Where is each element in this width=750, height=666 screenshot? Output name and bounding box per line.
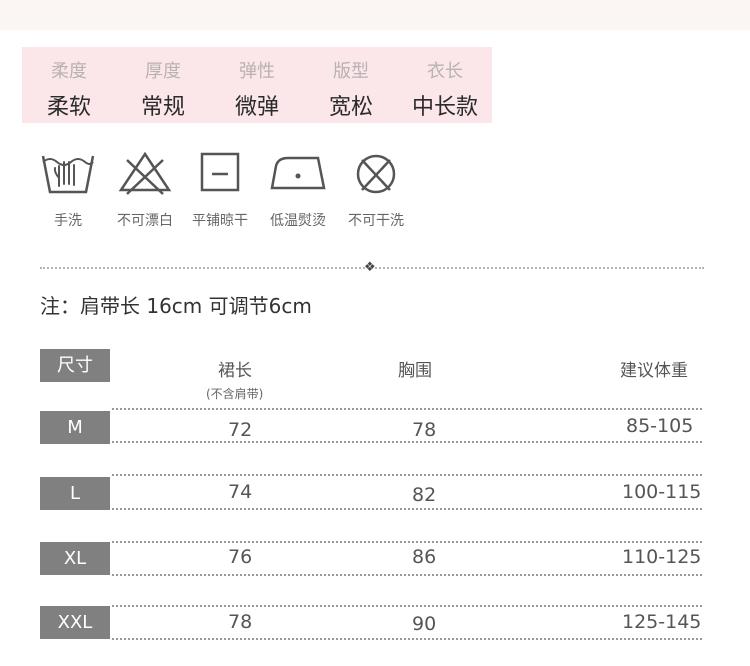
chest-cell: 82 [412, 484, 437, 506]
care-hand-wash: 手洗 [28, 150, 108, 229]
top-band [0, 0, 750, 30]
chest-cell: 78 [412, 419, 437, 441]
row-divider [112, 508, 702, 510]
fabric-attributes-panel: 柔度 柔软 厚度 常规 弹性 微弹 版型 宽松 衣长 中长款 [22, 47, 492, 123]
care-dry-flat: 平铺晾干 [180, 150, 260, 229]
length-cell: 72 [228, 419, 253, 441]
length-subheader: (不含肩带) [206, 387, 264, 401]
weight-cell: 100-115 [622, 481, 702, 503]
attribute-value: 柔软 [46, 95, 91, 120]
care-no-dry-clean: 不可干洗 [336, 150, 416, 229]
strap-note: 注：肩带长 16cm 可调节6cm [40, 294, 312, 318]
row-divider [112, 541, 702, 543]
attribute-value: 中长款 [411, 95, 478, 120]
care-label: 不可漂白 [117, 213, 173, 229]
care-low-iron: 低温熨烫 [258, 150, 338, 229]
attribute-value: 宽松 [328, 95, 373, 120]
low-iron-icon [270, 156, 326, 190]
row-divider [112, 408, 702, 410]
care-label: 不可干洗 [348, 213, 404, 229]
diamond-ornament-icon: ❖ [364, 260, 376, 275]
row-divider [112, 638, 702, 640]
row-divider [112, 574, 702, 576]
weight-cell: 110-125 [622, 546, 702, 568]
no-dry-clean-icon [356, 154, 396, 194]
row-divider [112, 474, 702, 476]
size-cell: L [40, 477, 110, 510]
weight-cell: 125-145 [622, 611, 702, 633]
length-header: 裙长 [218, 361, 252, 381]
length-cell: 78 [228, 611, 253, 633]
attribute-value: 常规 [140, 95, 185, 120]
no-bleach-icon [118, 151, 172, 195]
attribute-value: 微弹 [234, 95, 279, 120]
dry-flat-icon [200, 152, 240, 192]
attribute-label: 弹性 [239, 61, 275, 82]
hand-wash-icon [41, 155, 95, 194]
care-label: 平铺晾干 [192, 213, 248, 229]
row-divider [112, 441, 702, 443]
size-cell: XXL [40, 606, 110, 639]
attribute-label: 厚度 [145, 61, 181, 82]
size-cell: XL [40, 542, 110, 575]
size-cell: M [40, 411, 110, 444]
weight-cell: 85-105 [626, 415, 694, 437]
chest-cell: 90 [412, 613, 437, 635]
size-header: 尺寸 [40, 349, 110, 382]
care-label: 低温熨烫 [270, 213, 326, 229]
care-no-bleach: 不可漂白 [105, 150, 185, 229]
chest-cell: 86 [412, 546, 437, 568]
care-label: 手洗 [54, 213, 82, 229]
length-cell: 74 [228, 481, 253, 503]
weight-header: 建议体重 [620, 361, 688, 381]
attribute-label: 衣长 [427, 61, 463, 82]
chest-header: 胸围 [398, 361, 432, 381]
row-divider [112, 605, 702, 607]
attribute-label: 柔度 [51, 61, 87, 82]
length-cell: 76 [228, 546, 253, 568]
attribute-label: 版型 [333, 61, 369, 82]
